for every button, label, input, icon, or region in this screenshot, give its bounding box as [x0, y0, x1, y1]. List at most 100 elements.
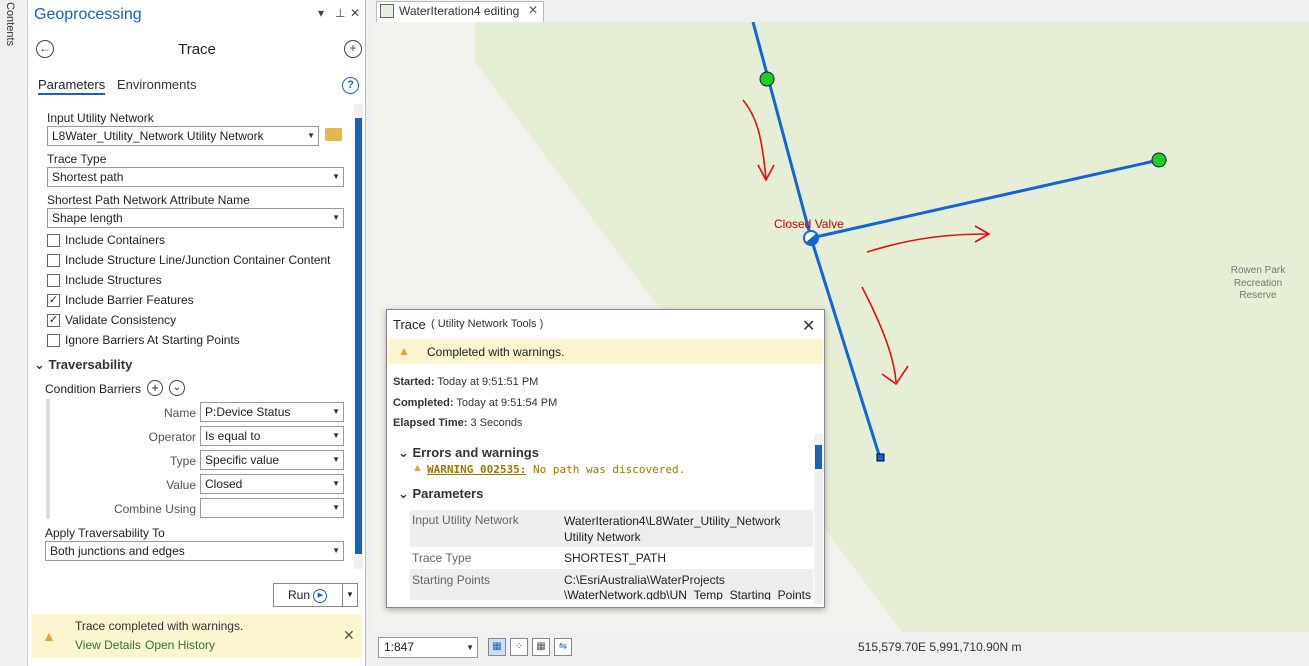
- add-condition-icon[interactable]: +: [147, 380, 163, 396]
- contents-pane-collapsed[interactable]: [0, 0, 28, 666]
- add-tool-button[interactable]: +: [344, 40, 362, 58]
- tab-parameters[interactable]: Parameters: [38, 77, 106, 95]
- open-history-link[interactable]: Open History: [145, 638, 215, 652]
- warning-code-link[interactable]: WARNING 002535:: [427, 463, 526, 476]
- scale-value: 1:847: [384, 640, 415, 654]
- cond-operator-label: Operator: [148, 430, 196, 444]
- pin-icon[interactable]: ⊥: [335, 6, 345, 20]
- status-text: Trace completed with warnings.: [75, 619, 244, 633]
- checkbox[interactable]: [47, 254, 60, 267]
- geoprocessing-pane: Geoprocessing ▾ ⊥ ✕ ← Trace + Parameters…: [28, 0, 366, 666]
- started-row: Started: Today at 9:51:51 PM: [393, 376, 538, 388]
- checkbox-label[interactable]: Ignore Barriers At Starting Points: [65, 333, 240, 347]
- param-key: Input Utility Network: [412, 513, 519, 527]
- checkbox[interactable]: ✓: [47, 294, 60, 307]
- map-tab-label[interactable]: WaterIteration4 editing: [399, 4, 519, 18]
- apply-traversability-label: Apply Traversability To: [45, 526, 165, 540]
- contents-tab-label[interactable]: Contents: [4, 2, 16, 46]
- checkbox-label[interactable]: Include Barrier Features: [65, 293, 194, 307]
- close-status-icon[interactable]: ✕: [343, 627, 355, 644]
- expand-conditions-icon[interactable]: ⌄: [169, 380, 185, 396]
- cond-combine-select[interactable]: ▼: [200, 498, 344, 518]
- popup-title: Trace: [393, 317, 426, 332]
- run-options-dropdown[interactable]: ▼: [342, 583, 358, 607]
- param-value: SHORTEST_PATH: [564, 551, 667, 565]
- cond-type-label: Type: [169, 454, 196, 468]
- checkbox[interactable]: [47, 334, 60, 347]
- checkbox[interactable]: ✓: [47, 314, 60, 327]
- scale-select[interactable]: 1:847 ▼: [378, 637, 478, 658]
- grid-icon[interactable]: ▦: [532, 638, 550, 656]
- cond-operator-select[interactable]: Is equal to ▼: [200, 426, 344, 446]
- cond-name-value: P:Device Status: [205, 405, 291, 419]
- param-key: Trace Type: [412, 551, 472, 565]
- started-label: Started:: [393, 376, 435, 388]
- checkbox-label[interactable]: Include Containers: [65, 233, 165, 247]
- folder-icon[interactable]: [325, 128, 342, 141]
- apply-traversability-value: Both junctions and edges: [50, 544, 185, 558]
- cond-name-label: Name: [163, 406, 196, 420]
- starting-point[interactable]: [759, 71, 775, 87]
- view-details-link[interactable]: View Details: [75, 638, 141, 652]
- sp-attr-label: Shortest Path Network Attribute Name: [47, 193, 250, 207]
- popup-subtitle: ( Utility Network Tools ): [431, 318, 544, 330]
- cond-type-select[interactable]: Specific value ▼: [200, 450, 344, 470]
- popup-status-text: Completed with warnings.: [427, 345, 565, 359]
- param-value: WaterIteration4\L8Water_Utility_Network …: [564, 514, 781, 544]
- parameters-header: Parameters: [412, 486, 484, 501]
- grid-snap-icon[interactable]: ▦: [488, 638, 506, 656]
- errors-header: Errors and warnings: [412, 445, 539, 460]
- traversability-header: Traversability: [48, 357, 133, 372]
- apply-traversability-select[interactable]: Both junctions and edges ▼: [45, 541, 344, 561]
- cond-combine-label: Combine Using: [113, 502, 196, 516]
- close-pane-icon[interactable]: ✕: [350, 6, 360, 20]
- pane-scroll-thumb[interactable]: [355, 118, 362, 554]
- elapsed-row: Elapsed Time: 3 Seconds: [393, 417, 522, 429]
- checkbox-label[interactable]: Include Structure Line/Junction Containe…: [65, 253, 331, 267]
- chevron-down-icon: ▼: [307, 131, 315, 140]
- checkbox-label[interactable]: Validate Consistency: [65, 313, 176, 327]
- param-key: Starting Points: [412, 573, 491, 587]
- input-network-value: L8Water_Utility_Network Utility Network: [52, 129, 264, 143]
- play-icon: ▶: [313, 588, 328, 603]
- tab-environments[interactable]: Environments: [117, 77, 196, 92]
- snapping-icon[interactable]: ⁘: [510, 638, 528, 656]
- checkbox-label[interactable]: Include Structures: [65, 273, 162, 287]
- trace-type-select[interactable]: Shortest path ▼: [47, 167, 344, 187]
- chevron-down-icon: ▼: [332, 546, 340, 555]
- completed-value: Today at 9:51:54 PM: [456, 397, 558, 409]
- pane-menu-icon[interactable]: ▾: [318, 6, 324, 20]
- run-label: Run: [288, 588, 311, 602]
- chevron-down-icon: ⌄: [398, 445, 413, 460]
- cond-type-value: Specific value: [205, 453, 280, 467]
- end-node[interactable]: [876, 453, 885, 462]
- run-button[interactable]: Run ▶: [273, 583, 343, 607]
- param-row: Starting Points C:\EsriAustralia\WaterPr…: [410, 569, 813, 600]
- errors-section[interactable]: ⌄ Errors and warnings: [398, 445, 539, 461]
- checkbox[interactable]: [47, 274, 60, 287]
- cond-value-select[interactable]: Closed ▼: [200, 474, 344, 494]
- trace-type-label: Trace Type: [47, 152, 107, 166]
- chevron-down-icon: ▼: [332, 431, 340, 440]
- starting-point[interactable]: [1151, 152, 1167, 168]
- refresh-icon[interactable]: ⇋: [554, 638, 572, 656]
- input-network-select[interactable]: L8Water_Utility_Network Utility Network ▼: [47, 126, 319, 146]
- sp-attr-select[interactable]: Shape length ▼: [47, 208, 344, 228]
- chevron-down-icon: ⌄: [398, 486, 413, 501]
- chevron-down-icon: ▼: [332, 172, 340, 181]
- map-view-icon: [380, 4, 394, 18]
- parameters-section[interactable]: ⌄ Parameters: [398, 486, 483, 502]
- started-value: Today at 9:51:51 PM: [437, 376, 539, 388]
- trace-type-value: Shortest path: [52, 170, 124, 184]
- cond-name-select[interactable]: P:Device Status ▼: [200, 402, 344, 422]
- close-popup-icon[interactable]: ✕: [802, 316, 815, 336]
- help-icon[interactable]: ?: [342, 77, 359, 94]
- closed-valve-label: Closed Valve: [774, 217, 844, 231]
- cond-operator-value: Is equal to: [205, 429, 261, 443]
- popup-scroll-thumb[interactable]: [815, 445, 822, 469]
- checkbox[interactable]: [47, 234, 60, 247]
- close-tab-icon[interactable]: ✕: [528, 3, 538, 17]
- warning-icon: ▲: [412, 462, 423, 474]
- chevron-down-icon: ▼: [466, 643, 474, 652]
- traversability-section[interactable]: ⌄ Traversability: [34, 357, 132, 373]
